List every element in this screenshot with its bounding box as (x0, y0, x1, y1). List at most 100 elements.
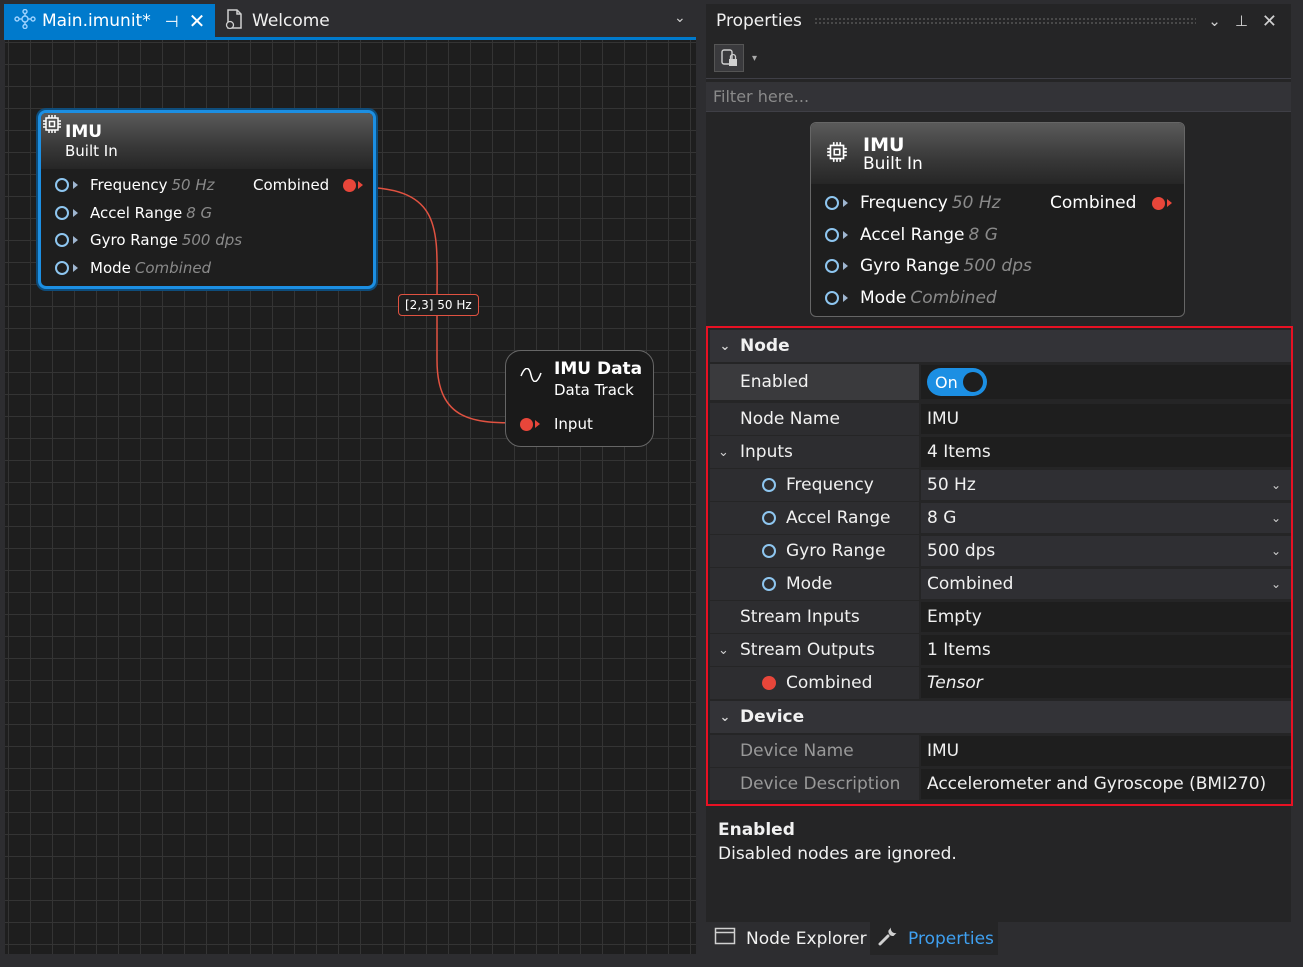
property-name: Device Name (710, 735, 919, 767)
imu-input-mode[interactable]: Mode Combined (55, 259, 211, 277)
input-port-icon[interactable] (55, 261, 69, 275)
tab-welcome[interactable]: Welcome (224, 4, 330, 38)
property-name: Combined (710, 667, 919, 699)
row-device-name[interactable]: Device Name IMU (710, 735, 1291, 767)
connection-label[interactable]: [2,3] 50 Hz (398, 294, 479, 316)
imu-node-title: IMU (65, 122, 103, 142)
collapse-chevron-icon[interactable]: ⌄ (710, 710, 740, 725)
row-input-gyro-range[interactable]: Gyro Range 500 dps ⌄ (710, 535, 1291, 567)
input-port-icon (825, 259, 839, 273)
pin-panel-icon[interactable]: ⊥ (1235, 12, 1248, 30)
row-output-combined[interactable]: Combined Tensor (710, 667, 1291, 699)
input-port-icon[interactable] (55, 233, 69, 247)
filter-input[interactable]: Filter here... (706, 82, 1291, 112)
row-input-accel-range[interactable]: Accel Range 8 G ⌄ (710, 502, 1291, 534)
collapse-chevron-icon[interactable]: ⌄ (710, 339, 740, 354)
property-name: Frequency (710, 469, 919, 501)
imu-input-gyro-range[interactable]: Gyro Range 500 dps (55, 231, 242, 249)
category-device[interactable]: ⌄ Device (710, 701, 1291, 733)
description-text: Disabled nodes are ignored. (718, 844, 957, 864)
window-menu-chevron-icon[interactable]: ⌄ (1208, 12, 1221, 30)
imu-data-input[interactable]: Input (520, 415, 593, 433)
wrench-icon (878, 926, 898, 951)
lock-selection-icon[interactable] (714, 44, 744, 72)
tab-main-imunit-label: Main.imunit* (42, 11, 151, 31)
tab-properties[interactable]: Properties (870, 922, 998, 955)
input-port-icon (825, 228, 839, 242)
toolbar-dropdown-chevron-icon[interactable]: ▾ (752, 53, 757, 64)
imu-data-node-title: IMU Data (554, 359, 643, 379)
node-name-field[interactable]: IMU (921, 404, 1291, 434)
properties-toolbar: ▾ (714, 44, 757, 72)
imu-node-subtitle: Built In (65, 142, 118, 160)
preview-header: IMU Built In (811, 123, 1184, 184)
expand-chevron-icon[interactable]: ⌄ (718, 445, 729, 460)
property-name: Accel Range (710, 502, 919, 534)
preview-input-mode: Mode Combined (825, 288, 997, 308)
row-input-frequency[interactable]: Frequency 50 Hz ⌄ (710, 469, 1291, 501)
row-node-name[interactable]: Node Name IMU (710, 403, 1291, 435)
chevron-down-icon: ⌄ (1270, 544, 1281, 558)
row-stream-outputs[interactable]: ⌄ Stream Outputs 1 Items (710, 634, 1291, 666)
imu-data-node[interactable]: IMU Data Data Track Input (505, 350, 654, 447)
input-ring-icon (762, 511, 776, 525)
imu-data-node-subtitle: Data Track (554, 381, 634, 399)
chip-icon (825, 140, 849, 168)
panel-drag-grip[interactable] (813, 17, 1197, 25)
row-enabled[interactable]: Enabled On (710, 364, 1291, 400)
window-icon (714, 927, 736, 950)
preview-input-accel-range: Accel Range 8 G (825, 225, 998, 245)
enabled-toggle[interactable]: On (927, 368, 987, 396)
property-name: Gyro Range (710, 535, 919, 567)
accel-range-select[interactable]: 8 G ⌄ (921, 503, 1291, 533)
input-port-icon[interactable] (55, 206, 69, 220)
graph-file-icon (14, 8, 36, 34)
input-port-icon[interactable] (520, 417, 533, 431)
document-tab-strip: Main.imunit* ⊣ ✕ Welcome ⌄ (0, 0, 697, 40)
mode-select[interactable]: Combined ⌄ (921, 569, 1291, 599)
graph-canvas[interactable]: IMU Built In Frequency 50 Hz Combined Acc… (5, 40, 696, 954)
inputs-count: 4 Items (921, 437, 1291, 467)
document-icon (224, 8, 244, 35)
tab-main-imunit[interactable]: Main.imunit* ⊣ ✕ (4, 4, 215, 38)
properties-header: Properties ⌄ ⊥ ✕ (706, 4, 1291, 38)
row-inputs[interactable]: ⌄ Inputs 4 Items (710, 436, 1291, 468)
property-name: Node Name (710, 403, 919, 435)
tab-list-chevron-icon[interactable]: ⌄ (674, 10, 686, 26)
input-ring-icon (762, 544, 776, 558)
input-port-icon (825, 291, 839, 305)
row-device-description[interactable]: Device Description Accelerometer and Gyr… (710, 768, 1291, 800)
tab-node-explorer[interactable]: Node Explorer (714, 922, 867, 955)
imu-output-combined[interactable]: Combined (253, 176, 364, 194)
preview-output-combined: Combined (1050, 193, 1173, 213)
gyro-range-select[interactable]: 500 dps ⌄ (921, 536, 1291, 566)
imu-input-frequency[interactable]: Frequency 50 Hz (55, 176, 215, 194)
pin-icon[interactable]: ⊣ (165, 12, 179, 31)
property-name: Mode (710, 568, 919, 600)
close-panel-icon[interactable]: ✕ (1262, 11, 1277, 32)
input-port-icon[interactable] (55, 178, 69, 192)
node-preview: IMU Built In Frequency 50 Hz Combined Acc… (810, 122, 1185, 317)
preview-subtitle: Built In (863, 153, 923, 174)
imu-node[interactable]: IMU Built In Frequency 50 Hz Combined Acc… (38, 110, 376, 289)
app-window: Main.imunit* ⊣ ✕ Welcome ⌄ IMU Built In … (0, 0, 1303, 967)
frequency-select[interactable]: 50 Hz ⌄ (921, 470, 1291, 500)
row-stream-inputs[interactable]: Stream Inputs Empty (710, 601, 1291, 633)
property-name: ⌄ Stream Outputs (710, 634, 919, 666)
properties-title: Properties (716, 11, 802, 31)
property-name: ⌄ Inputs (710, 436, 919, 468)
property-name: Stream Inputs (710, 601, 919, 633)
expand-chevron-icon[interactable]: ⌄ (718, 643, 729, 658)
tool-window-tabs: Node Explorer Properties (706, 922, 1291, 955)
imu-input-accel-range[interactable]: Accel Range 8 G (55, 204, 212, 222)
input-ring-icon (762, 577, 776, 591)
device-description-value: Accelerometer and Gyroscope (BMI270) (921, 769, 1291, 799)
row-input-mode[interactable]: Mode Combined ⌄ (710, 568, 1291, 600)
close-tab-icon[interactable]: ✕ (189, 9, 206, 33)
output-port-icon[interactable] (343, 178, 357, 192)
properties-panel: Properties ⌄ ⊥ ✕ ▾ Filter here... IMU Bu… (706, 4, 1293, 955)
chevron-down-icon: ⌄ (1270, 577, 1281, 591)
input-ring-icon (762, 478, 776, 492)
chevron-down-icon: ⌄ (1270, 478, 1281, 492)
category-node[interactable]: ⌄ Node (710, 330, 1291, 362)
